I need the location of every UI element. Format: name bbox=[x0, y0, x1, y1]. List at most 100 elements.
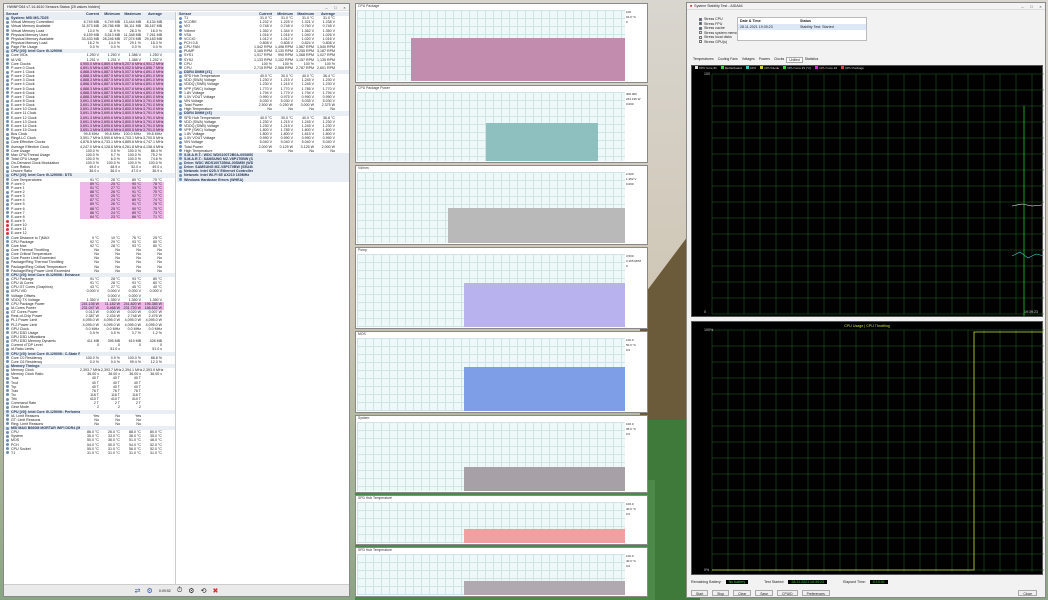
sensor-icon bbox=[6, 265, 9, 269]
graph-title: Pump bbox=[358, 248, 367, 252]
close-icon[interactable]: ✖ bbox=[212, 587, 218, 595]
sensor-icon bbox=[6, 124, 9, 128]
sensor-icon bbox=[6, 116, 9, 120]
sensor-icon bbox=[6, 178, 9, 182]
sensor-icon bbox=[179, 87, 182, 91]
sensor-name: T1 bbox=[4, 451, 80, 455]
minimize-icon[interactable]: – bbox=[1018, 4, 1027, 9]
sensor-list-left[interactable]: Sensor Current Minimum Maximum Average S… bbox=[4, 12, 176, 584]
sensor-icon bbox=[6, 281, 9, 285]
settings-icon[interactable]: ⚙ bbox=[188, 587, 194, 595]
tab-temperatures[interactable]: Temperatures bbox=[691, 57, 716, 63]
graph-min: 0.0 bbox=[626, 564, 631, 568]
temperature-graph: CPU Core #1 Motherboard CPU CPU Diode CPU Co… bbox=[691, 65, 1044, 317]
stopwatch-icon[interactable]: ⏱ bbox=[177, 587, 182, 595]
sensor-graph-panel[interactable]: SPD Hub Temperature 100.0 40.0 °C 0.0 bbox=[355, 495, 648, 545]
sensor-icon bbox=[6, 389, 9, 393]
sensor-icon bbox=[179, 82, 182, 86]
sensor-graph-panel[interactable]: MOS 100.0 50.0 °C 0.0 bbox=[355, 331, 648, 413]
sensor-graph-panel[interactable]: CPU Package Power 300.000 241.136 W 0.000 bbox=[355, 85, 648, 163]
checkbox[interactable] bbox=[699, 17, 702, 21]
sensor-icon bbox=[179, 37, 182, 41]
chip-icon bbox=[6, 16, 9, 20]
sensor-icon bbox=[6, 248, 9, 252]
sensor-icon bbox=[6, 368, 9, 372]
stress-label: Stress local disks bbox=[704, 35, 732, 39]
stress-label: Stress FPU bbox=[704, 21, 723, 26]
save-button[interactable]: Save bbox=[755, 590, 773, 596]
tab-unified[interactable]: Unified bbox=[786, 57, 803, 63]
tab-powers[interactable]: Powers bbox=[757, 57, 772, 63]
sensor-row[interactable]: T1 31.0 °C 31.0 °C 31.0 °C 31.0 °C bbox=[4, 451, 175, 455]
value-avg: 51.0 x bbox=[152, 347, 162, 352]
sensor-icon bbox=[6, 323, 9, 327]
chip-icon bbox=[6, 49, 9, 53]
sensor-icon bbox=[6, 360, 9, 364]
sensor-icon bbox=[6, 33, 9, 37]
value-current: 0.0 % bbox=[89, 359, 99, 364]
sensor-icon bbox=[6, 37, 9, 41]
graph-title: MOS bbox=[358, 332, 366, 336]
graph-min: 0.0 bbox=[626, 512, 631, 516]
sensor-group-header[interactable]: Windows Hardware Errors (WHEA) bbox=[177, 177, 349, 182]
checkbox[interactable] bbox=[699, 22, 702, 26]
sensor-icon bbox=[6, 161, 9, 165]
sensor-graph-panel[interactable]: SPD Hub Temperature 100.0 40.0 °C 0.0 bbox=[355, 547, 648, 597]
cpuid-button[interactable]: CPUID bbox=[777, 590, 798, 596]
hwinfo-titlebar: HWiNFO64 v7.14-4610 Sensors Status [25 v… bbox=[4, 4, 349, 11]
tab-clocks[interactable]: Clocks bbox=[772, 57, 786, 63]
sensor-icon bbox=[6, 327, 9, 331]
sensor-list-right[interactable]: Sensor Current Minimum Maximum Average T… bbox=[177, 12, 349, 584]
preferences-button[interactable]: Preferences bbox=[801, 590, 830, 596]
checkbox[interactable] bbox=[699, 26, 702, 30]
sensor-icon bbox=[6, 157, 9, 161]
network-icon[interactable]: ⇄ bbox=[135, 587, 141, 595]
sensor-icon bbox=[6, 356, 9, 360]
start-button[interactable]: Start bbox=[691, 590, 709, 596]
sensor-graph-panel[interactable]: System 100.0 35.0 °C 0.0 bbox=[355, 415, 648, 493]
sensor-icon bbox=[6, 343, 9, 347]
graph2-title: CPU Usage | CPU Throttling bbox=[844, 324, 890, 328]
tab-statistics[interactable]: Statistics bbox=[803, 57, 821, 63]
sensor-icon bbox=[6, 215, 9, 219]
stress-label: Stress CPU bbox=[704, 17, 723, 21]
checkbox[interactable] bbox=[699, 40, 702, 44]
close-button[interactable]: Close bbox=[1018, 590, 1037, 596]
graph-area bbox=[464, 283, 625, 327]
graph-plot bbox=[357, 422, 625, 491]
value-min: 23 °C bbox=[101, 214, 122, 220]
value-current: No bbox=[267, 148, 272, 153]
cpu-usage-graph: CPU Usage | CPU Throttling 100% 0% bbox=[691, 321, 1044, 575]
checkbox[interactable] bbox=[699, 35, 702, 39]
reset-icon[interactable]: ⟲ bbox=[201, 587, 207, 595]
sensor-icon bbox=[6, 211, 9, 215]
close-icon[interactable]: × bbox=[1036, 4, 1045, 9]
graph-area bbox=[464, 528, 625, 543]
close-icon[interactable]: × bbox=[340, 5, 349, 10]
checkbox[interactable] bbox=[699, 31, 702, 35]
sensor-graph-panel[interactable]: Pump 3,500 3,165 RPM 0 bbox=[355, 247, 648, 329]
sensor-icon bbox=[6, 306, 9, 310]
maximize-icon[interactable]: □ bbox=[331, 5, 340, 10]
sensor-icon bbox=[6, 41, 9, 45]
tab-voltages[interactable]: Voltages bbox=[740, 57, 757, 63]
status-datetime: 28.11.2021 19:39:23 bbox=[740, 25, 773, 29]
graph1-time: 19:39:23 bbox=[1024, 310, 1038, 314]
stress-option[interactable]: Stress GPU(s) bbox=[699, 40, 739, 45]
sensors-icon[interactable]: ⚙ bbox=[147, 587, 153, 595]
sensor-graph-panel[interactable]: CPU Package 100 91.0 °C 0 bbox=[355, 3, 648, 83]
value-current: 84 °C bbox=[80, 214, 101, 220]
maximize-icon[interactable]: □ bbox=[1027, 4, 1036, 9]
sensor-graph-panel[interactable]: Vdimm 2.000 1.352 V 0.000 bbox=[355, 165, 648, 245]
stop-button[interactable]: Stop bbox=[712, 590, 730, 596]
sensor-icon bbox=[179, 107, 182, 111]
test-started-label: Test Started: bbox=[764, 580, 785, 584]
sensor-icon bbox=[6, 434, 9, 438]
clear-button[interactable]: Clear bbox=[733, 590, 752, 596]
graph-title: CPU Package bbox=[358, 4, 380, 8]
sensor-icon bbox=[179, 149, 182, 153]
sensor-icon bbox=[6, 103, 9, 107]
minimize-icon[interactable]: – bbox=[322, 5, 331, 10]
warning-icon bbox=[6, 232, 9, 235]
tab-cooling-fans[interactable]: Cooling Fans bbox=[716, 57, 740, 63]
